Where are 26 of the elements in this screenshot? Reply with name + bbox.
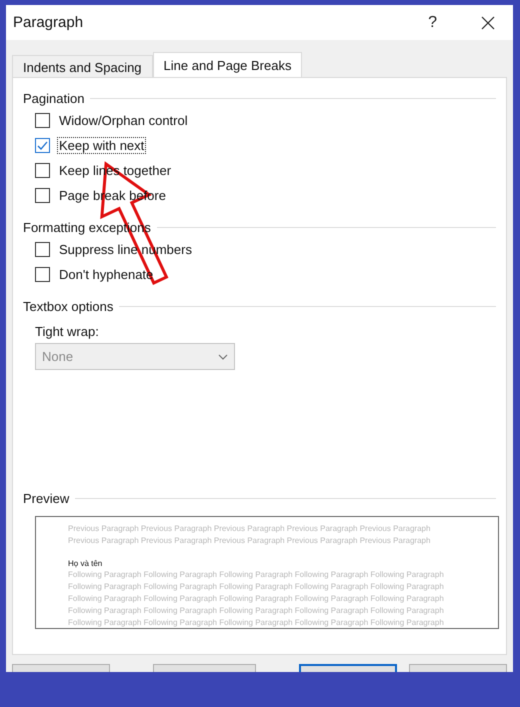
close-icon[interactable] — [481, 16, 495, 30]
checkbox[interactable] — [35, 242, 50, 257]
tab[interactable]: Indents and Spacing — [12, 55, 153, 77]
preview-text: Following Paragraph Following Paragraph Following Paragraph Following Paragraph Following Paragraph — [68, 569, 445, 582]
preview-text: Following Paragraph Following Paragraph Following Paragraph Following Paragraph Following Paragraph — [68, 604, 445, 617]
chevron-down-icon — [218, 354, 228, 360]
checkbox[interactable] — [35, 113, 50, 128]
checkbox[interactable] — [35, 163, 50, 178]
checkbox[interactable] — [35, 267, 50, 282]
group-title: Preview — [23, 490, 70, 506]
preview-text: Following Paragraph Following Paragraph Following Paragraph Following Paragraph Following Paragraph — [68, 616, 445, 628]
preview-text: Previous Paragraph Previous Paragraph Previous Paragraph Previous Paragraph Previous Paragraph — [68, 534, 432, 547]
checkbox[interactable] — [35, 188, 50, 203]
sample-text: Họ và tên — [68, 558, 104, 570]
checkbox[interactable] — [35, 138, 50, 153]
preview-text: Previous Paragraph Previous Paragraph Previous Paragraph Previous Paragraph Previous Paragraph — [68, 523, 432, 535]
preview-text: Following Paragraph Following Paragraph Following Paragraph Following Paragraph Following Paragraph — [68, 581, 445, 593]
group-title: Textbox options — [23, 298, 114, 314]
window-title: Paragraph — [13, 14, 84, 31]
tab[interactable]: Line and Page Breaks — [152, 52, 302, 78]
preview-text: Following Paragraph Following Paragraph Following Paragraph Following Paragraph Following Paragraph — [68, 592, 445, 605]
checkbox-label[interactable]: Widow/Orphan control — [57, 112, 190, 129]
help-button[interactable]: ? — [424, 14, 441, 32]
checkbox-label[interactable]: Keep with next — [57, 137, 146, 154]
group-title: Pagination — [23, 90, 84, 106]
field-label: Tight wrap: — [35, 324, 100, 339]
